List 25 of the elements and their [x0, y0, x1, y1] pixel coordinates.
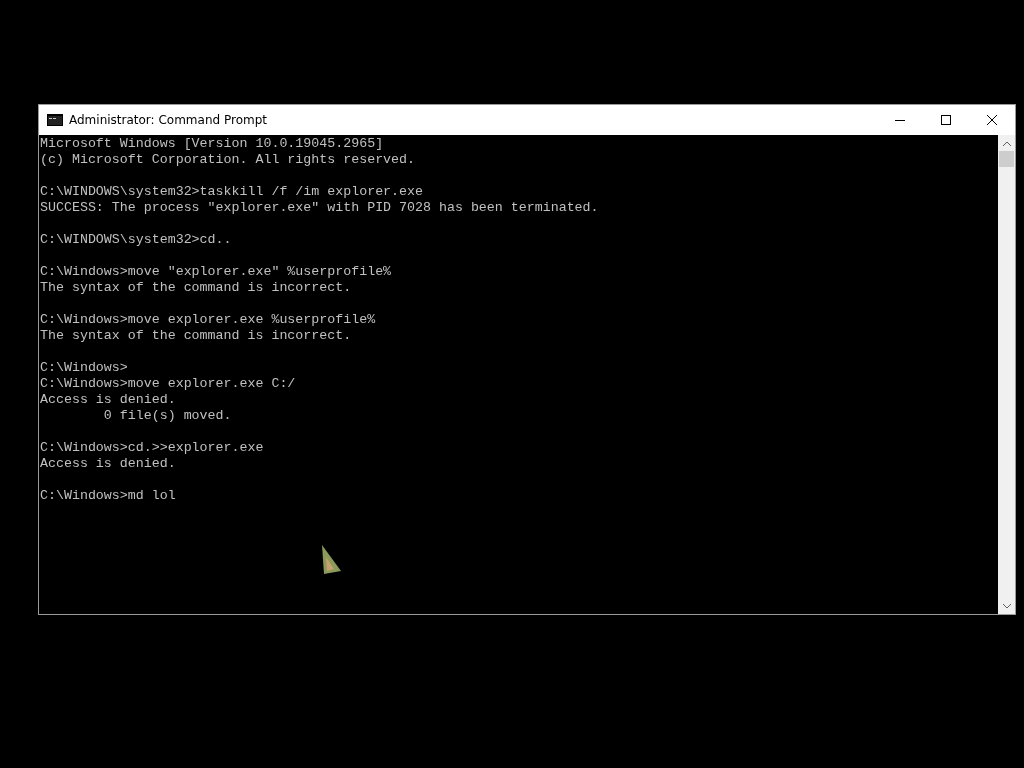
- console-line: Access is denied.: [40, 392, 177, 408]
- scrollbar[interactable]: [998, 135, 1015, 614]
- console-line: C:\Windows>md lol: [40, 488, 177, 504]
- scroll-down-icon[interactable]: [1002, 603, 1011, 609]
- console-line: C:\Windows>cd.>>explorer.exe: [40, 440, 265, 456]
- scroll-up-icon[interactable]: [1002, 140, 1011, 146]
- console-line: C:\WINDOWS\system32>taskkill /f /im explorer.exe: [40, 184, 424, 200]
- console-line: C:\Windows>: [40, 360, 129, 376]
- console-line: C:\Windows>move "explorer.exe" %userprofile%: [40, 264, 393, 280]
- pointer-icon: [320, 545, 342, 575]
- console-line: (c) Microsoft Corporation. All rights reserved.: [40, 152, 417, 168]
- console-app-icon: [47, 114, 63, 126]
- console-line: The syntax of the command is incorrect.: [40, 280, 353, 296]
- console-line: The syntax of the command is incorrect.: [40, 328, 353, 344]
- close-icon: [987, 115, 997, 125]
- console-line: 0 file(s) moved.: [102, 408, 233, 424]
- scroll-thumb[interactable]: [999, 151, 1014, 167]
- console-line: C:\Windows>move explorer.exe C:/: [40, 376, 297, 392]
- console-line: Access is denied.: [40, 456, 177, 472]
- maximize-icon: [941, 115, 951, 125]
- window-title: Administrator: Command Prompt: [69, 113, 268, 127]
- console-line: Microsoft Windows [Version 10.0.19045.2965]: [40, 136, 385, 152]
- console-line: C:\Windows>move explorer.exe %userprofile%: [40, 312, 377, 328]
- console-line: SUCCESS: The process "explorer.exe" with PID 7028 has been terminated.: [40, 200, 600, 216]
- console-line: C:\WINDOWS\system32>cd..: [40, 232, 233, 248]
